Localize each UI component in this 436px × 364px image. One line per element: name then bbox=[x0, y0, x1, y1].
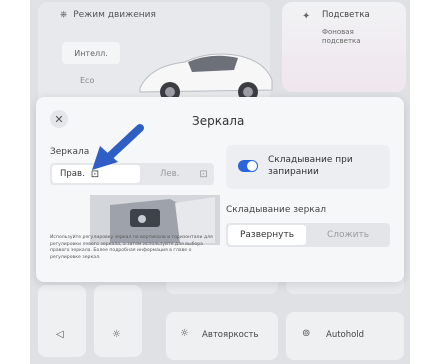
sun-auto-icon: ☼ bbox=[180, 328, 189, 339]
brightness-tile[interactable]: ☼ bbox=[94, 285, 142, 357]
steering-icon: ⎈ bbox=[60, 10, 68, 20]
fold-on-lock-label: Складывание при запирании bbox=[268, 155, 353, 177]
right-mirror-label: Прав. bbox=[60, 169, 85, 179]
screen: ⎈ Режим движения Интелл. Eco ✦ Подсветка… bbox=[30, 0, 410, 364]
speaker-icon: ◁ bbox=[56, 329, 64, 340]
fold-on-lock-card: Складывание при запирании bbox=[226, 145, 390, 189]
mirrors-section-label: Зеркала bbox=[50, 147, 90, 157]
left-mirror-label: Лев. bbox=[160, 169, 180, 179]
ambient-light-subtitle: Фоновая подсветка bbox=[322, 28, 361, 45]
autohold-icon: ⊚ bbox=[302, 328, 311, 339]
drive-mode-label: Режим движения bbox=[73, 10, 156, 20]
dialog-title: Зеркала bbox=[192, 114, 245, 128]
ambient-light-card[interactable]: ✦ Подсветка Фоновая подсветка bbox=[282, 2, 406, 92]
left-mirror-option[interactable]: Лев. ⊡ bbox=[134, 165, 238, 183]
mirror-fold-label: Складывание зеркал bbox=[226, 205, 327, 215]
close-button[interactable]: ✕ bbox=[50, 110, 68, 128]
pointer-arrow-icon bbox=[92, 124, 144, 170]
drive-mode-header: ⎈ Режим движения bbox=[60, 10, 156, 20]
light-icon: ✦ bbox=[302, 11, 311, 22]
drive-mode-eco-button[interactable]: Eco bbox=[80, 76, 94, 85]
autobrightness-label: Автояркость bbox=[202, 330, 259, 340]
autohold-tile[interactable]: ⊚ Autohold bbox=[286, 312, 404, 360]
autohold-label: Autohold bbox=[326, 330, 365, 340]
unfold-button[interactable]: Развернуть bbox=[228, 225, 306, 245]
mirror-description: Используйте регулировку зеркал по вертик… bbox=[50, 235, 213, 260]
sun-icon: ☼ bbox=[112, 329, 121, 340]
close-icon: ✕ bbox=[54, 112, 64, 126]
fold-button[interactable]: Сложить bbox=[308, 225, 388, 245]
ambient-light-title: Подсветка bbox=[322, 10, 370, 20]
fold-on-lock-toggle[interactable] bbox=[238, 160, 258, 172]
drive-mode-intel-button[interactable]: Интелл. bbox=[62, 42, 120, 64]
mirror-fold-selector: Развернуть Сложить bbox=[226, 223, 390, 247]
autobrightness-tile[interactable]: ☼ Автояркость bbox=[166, 312, 278, 360]
volume-tile[interactable]: ◁ bbox=[38, 285, 86, 357]
mirror-icon: ⊡ bbox=[199, 168, 208, 180]
